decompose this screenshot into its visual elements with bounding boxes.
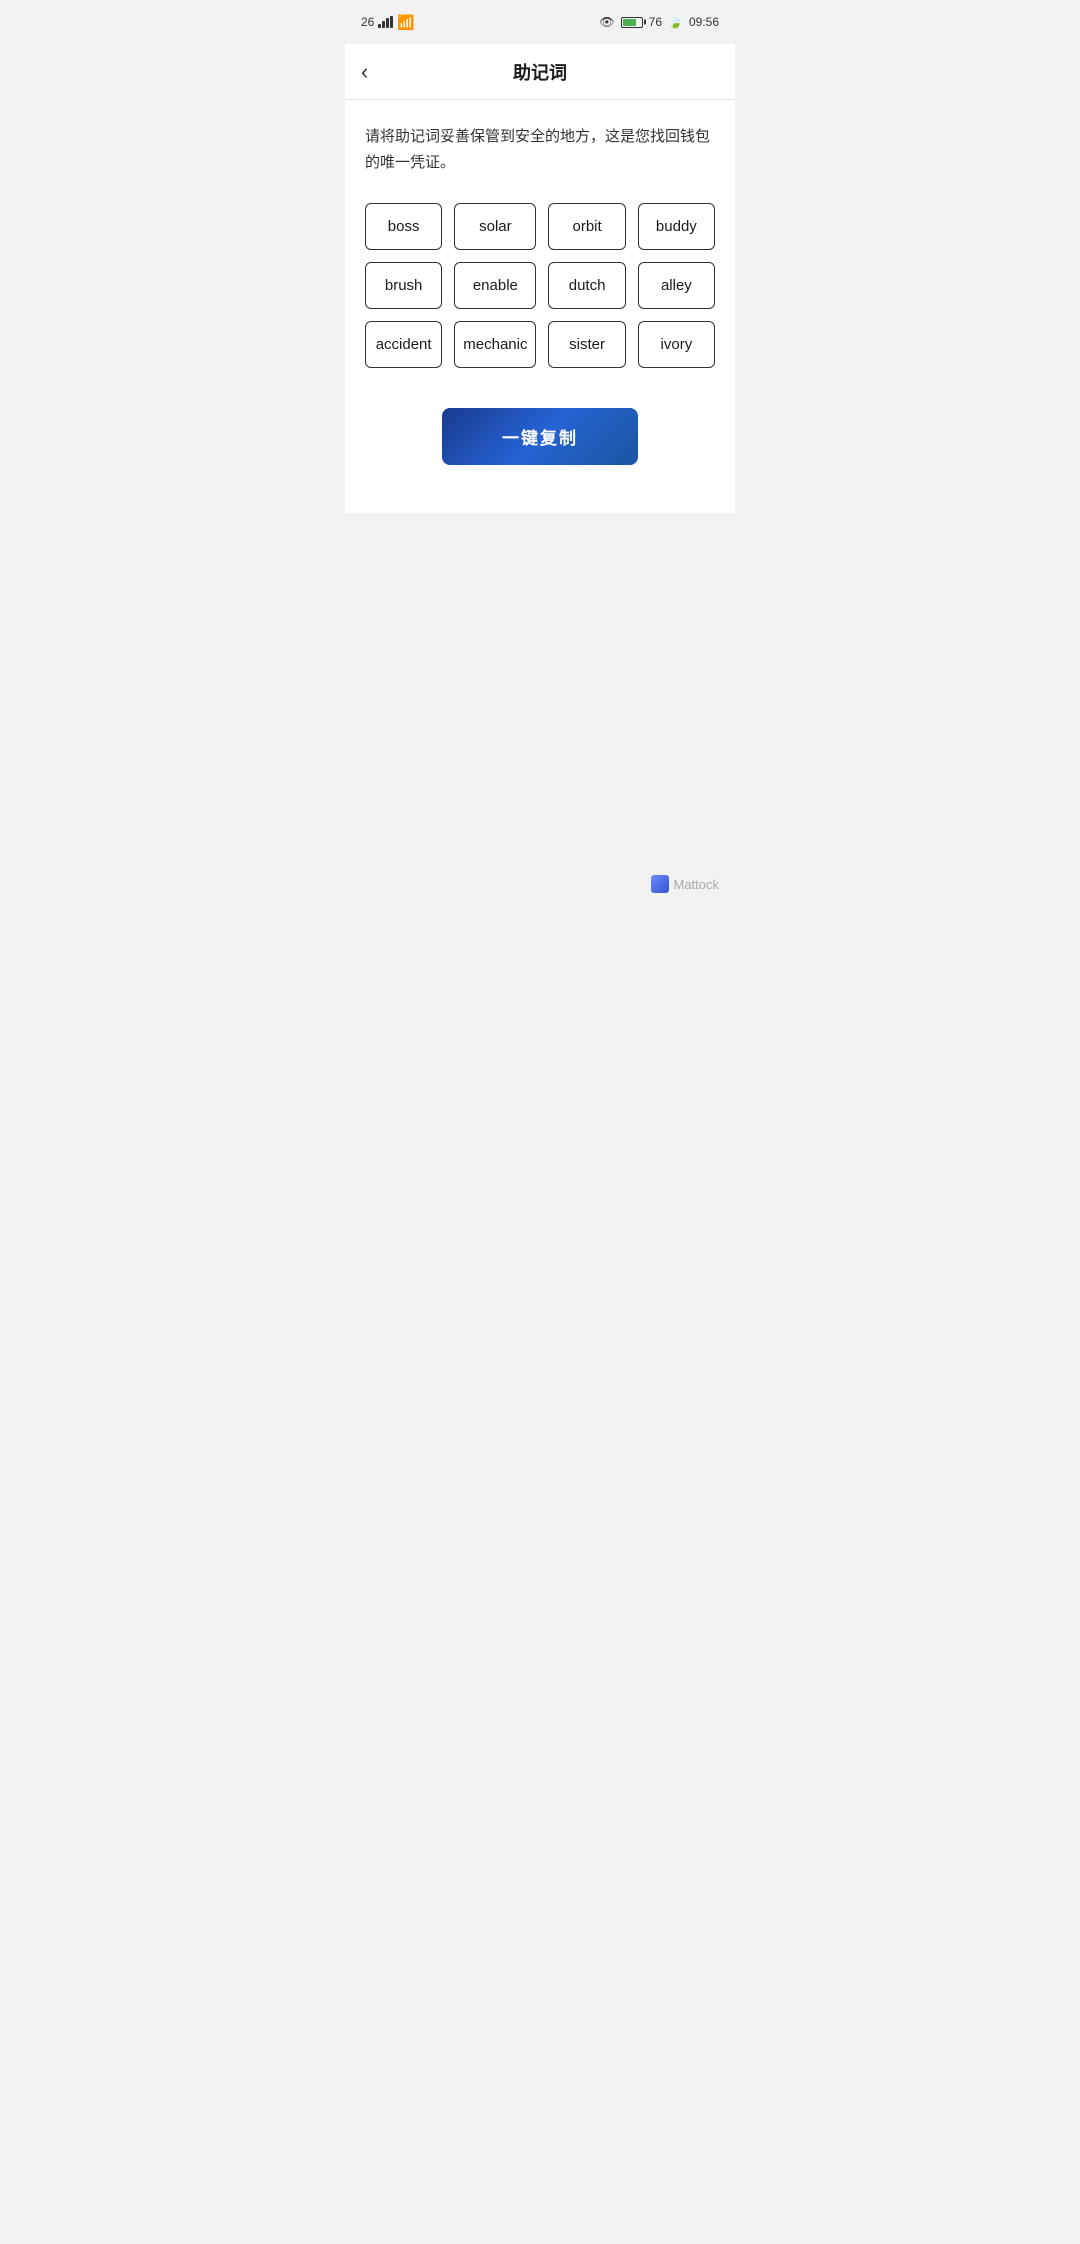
description-text: 请将助记词妥善保管到安全的地方，这是您找回钱包的唯一凭证。 (365, 124, 715, 175)
battery-level: 76 (649, 15, 662, 29)
battery-indicator (621, 17, 643, 28)
watermark-logo (651, 875, 669, 893)
time-display: 09:56 (689, 15, 719, 29)
eye-icon: 👁 (599, 15, 614, 29)
page-title: 助记词 (513, 59, 567, 85)
main-content: 请将助记词妥善保管到安全的地方，这是您找回钱包的唯一凭证。 boss solaro… (345, 100, 735, 513)
word-card: boss (365, 203, 442, 250)
bottom-area: Mattock (345, 513, 735, 913)
watermark-text: Mattock (673, 877, 719, 892)
mnemonic-words-grid: boss solar orbit buddy brush enable dutch alley… (365, 203, 715, 368)
word-card: alley (638, 262, 715, 309)
word-card: accident (365, 321, 442, 368)
word-card: ivory (638, 321, 715, 368)
copy-button[interactable]: 一键复制 (442, 408, 638, 465)
status-bar: 26 📶 👁 76 🍃 09:56 (345, 0, 735, 44)
word-card: buddy (638, 203, 715, 250)
copy-button-container: 一键复制 (365, 400, 715, 489)
word-card: orbit (548, 203, 625, 250)
back-icon: ‹ (361, 59, 368, 85)
header: ‹ 助记词 (345, 44, 735, 100)
word-card: solar (454, 203, 536, 250)
word-card: mechanic (454, 321, 536, 368)
word-card: brush (365, 262, 442, 309)
signal-icon (378, 16, 393, 28)
word-card: dutch (548, 262, 625, 309)
word-card: enable (454, 262, 536, 309)
word-card: sister (548, 321, 625, 368)
status-left: 26 📶 (361, 14, 415, 31)
status-right: 👁 76 🍃 09:56 (599, 15, 719, 29)
signal-text: 26 (361, 15, 374, 29)
back-button[interactable]: ‹ (361, 59, 368, 85)
leaf-icon: 🍃 (668, 15, 683, 29)
watermark: Mattock (651, 875, 719, 893)
wifi-icon: 📶 (397, 14, 414, 31)
